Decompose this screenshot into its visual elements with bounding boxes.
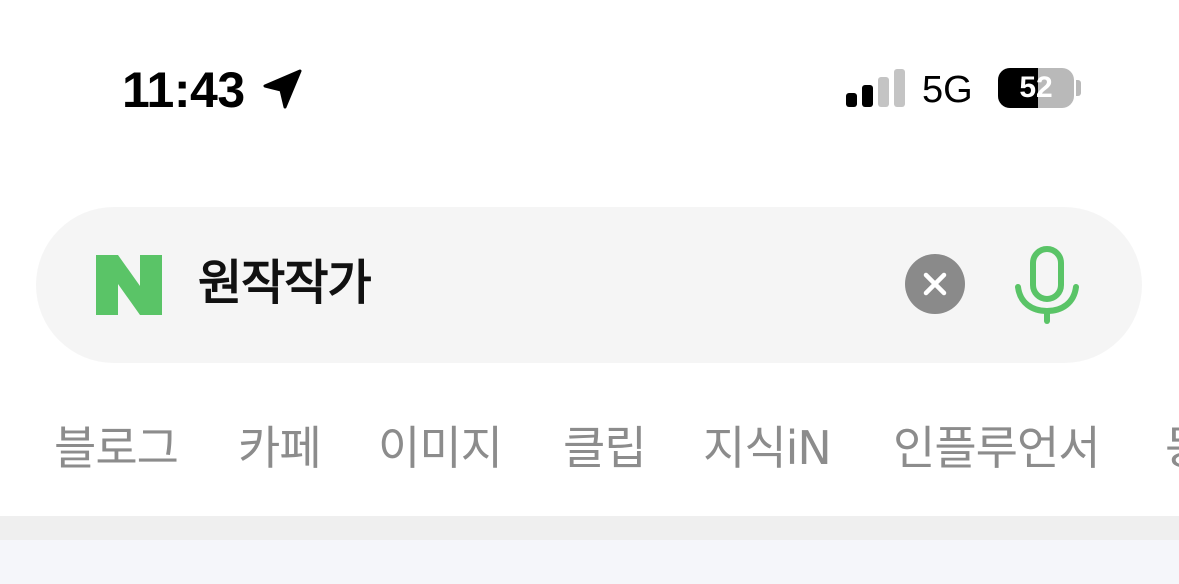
battery-level: 52 bbox=[1019, 71, 1053, 104]
tab-video[interactable]: 동 bbox=[1165, 420, 1179, 476]
clear-search-button[interactable] bbox=[905, 254, 965, 314]
tab-influencer[interactable]: 인플루언서 bbox=[893, 420, 1101, 476]
status-time: 11:43 bbox=[122, 62, 245, 118]
search-page: 11:43 5G 52 원작작가 블로그 카페 이미지 클립 지식iN 인플루언… bbox=[0, 0, 1179, 584]
naver-logo bbox=[96, 255, 162, 315]
close-icon bbox=[923, 272, 947, 296]
battery-tip bbox=[1076, 80, 1081, 96]
microphone-icon[interactable] bbox=[1012, 245, 1082, 325]
network-type: 5G bbox=[922, 69, 973, 111]
cellular-signal-icon bbox=[846, 69, 905, 107]
search-input[interactable]: 원작작가 bbox=[198, 253, 372, 313]
status-bar: 11:43 5G 52 bbox=[0, 0, 1179, 180]
battery-icon: 52 bbox=[998, 68, 1074, 108]
tab-blog[interactable]: 블로그 bbox=[54, 420, 179, 476]
section-divider bbox=[0, 516, 1179, 540]
search-category-tabs: 블로그 카페 이미지 클립 지식iN 인플루언서 동 bbox=[0, 400, 1179, 500]
results-area bbox=[0, 540, 1179, 584]
tab-images[interactable]: 이미지 bbox=[378, 420, 503, 476]
search-bar[interactable]: 원작작가 bbox=[36, 207, 1142, 363]
tab-knowledge-in[interactable]: 지식iN bbox=[703, 420, 832, 476]
tab-clip[interactable]: 클립 bbox=[563, 420, 647, 476]
tab-cafe[interactable]: 카페 bbox=[238, 420, 322, 476]
location-arrow-icon bbox=[263, 69, 302, 109]
